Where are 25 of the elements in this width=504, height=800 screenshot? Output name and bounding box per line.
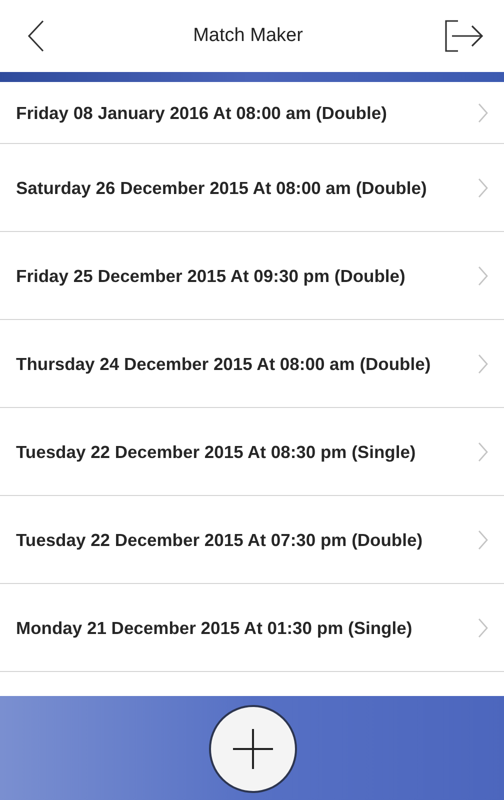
match-label: Monday 21 December 2015 At 01:30 pm (Single) xyxy=(16,616,414,640)
back-icon xyxy=(27,20,45,52)
match-row[interactable]: Thursday 24 December 2015 At 08:00 am (Double) xyxy=(0,320,504,408)
match-row[interactable]: Tuesday 22 December 2015 At 07:30 pm (Double) xyxy=(0,496,504,584)
chevron-icon xyxy=(478,530,488,550)
screen-title: Match Maker xyxy=(193,24,303,48)
match-row[interactable]: Saturday 26 December 2015 At 08:00 am (Double) xyxy=(0,144,504,232)
match-label: Friday 25 December 2015 At 09:30 pm (Double) xyxy=(16,264,406,288)
match-label: Friday 08 January 2016 At 08:00 am (Double) xyxy=(16,102,388,125)
match-label: Tuesday 22 December 2015 At 08:30 pm (Single) xyxy=(16,440,417,464)
match-row[interactable]: Friday 08 January 2016 At 08:00 am (Double) xyxy=(0,82,504,144)
match-label: Tuesday 22 December 2015 At 07:30 pm (Double) xyxy=(16,528,424,552)
match-label: Saturday 26 December 2015 At 08:00 am (Double) xyxy=(16,176,428,200)
chevron-icon xyxy=(478,618,488,638)
match-row[interactable]: Tuesday 22 December 2015 At 08:30 pm (Single) xyxy=(0,408,504,496)
match-row[interactable]: Friday 25 December 2015 At 09:30 pm (Double) xyxy=(0,232,504,320)
chevron-icon xyxy=(478,266,488,286)
logout-icon xyxy=(444,19,484,53)
chevron-icon xyxy=(478,178,488,198)
plus-icon xyxy=(233,729,273,769)
chevron-icon xyxy=(478,102,488,122)
chevron-icon xyxy=(478,354,488,374)
match-row[interactable]: Monday 21 December 2015 At 01:30 pm (Single) xyxy=(0,584,504,672)
chevron-icon xyxy=(478,442,488,462)
match-label: Thursday 24 December 2015 At 08:00 am (Double) xyxy=(16,352,432,376)
